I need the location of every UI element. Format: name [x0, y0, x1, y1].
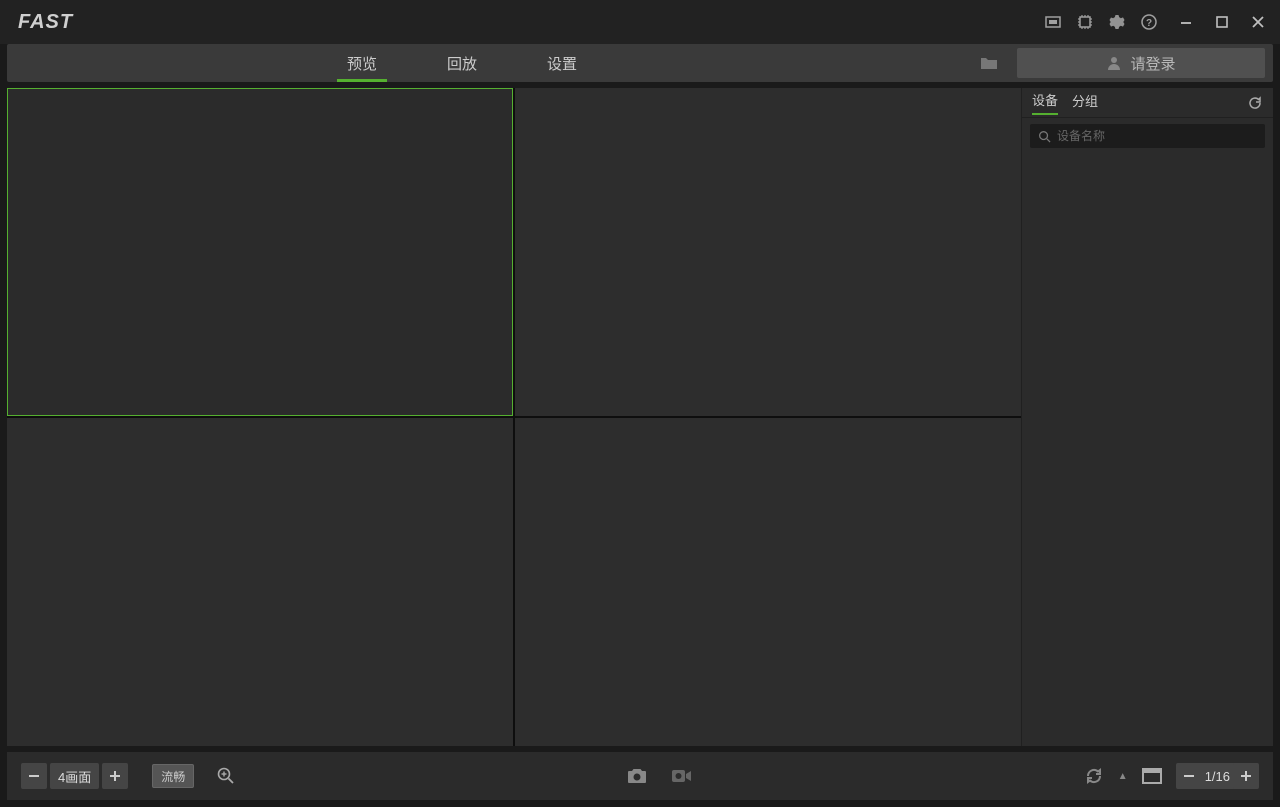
cycle-icon[interactable] — [1084, 766, 1104, 786]
gear-icon[interactable] — [1108, 13, 1126, 31]
device-list — [1022, 154, 1273, 746]
stream-quality-button[interactable]: 流畅 — [152, 764, 194, 788]
sidebar-tab-devices[interactable]: 设备 — [1032, 90, 1058, 115]
login-label: 请登录 — [1130, 53, 1175, 74]
page-next-button[interactable] — [1233, 763, 1259, 789]
layout-increase-button[interactable] — [102, 763, 128, 789]
record-icon[interactable] — [670, 766, 694, 786]
fullscreen-icon[interactable] — [1142, 768, 1162, 784]
titlebar: FAST ? — [0, 0, 1280, 44]
app-logo: FAST — [18, 11, 73, 34]
layout-decrease-button[interactable] — [21, 763, 47, 789]
folder-icon[interactable] — [979, 53, 999, 73]
tab-settings[interactable]: 设置 — [547, 44, 577, 82]
user-icon — [1106, 55, 1122, 71]
login-button[interactable]: 请登录 — [1017, 48, 1265, 78]
recording-icon[interactable] — [1044, 13, 1062, 31]
video-grid — [7, 88, 1021, 746]
device-search[interactable] — [1030, 124, 1265, 148]
svg-text:?: ? — [1146, 18, 1152, 29]
video-tile-1[interactable] — [7, 88, 513, 416]
video-tile-3[interactable] — [7, 418, 513, 746]
bottom-toolbar: 4画面 流畅 ▲ 1/16 — [7, 752, 1273, 800]
snapshot-icon[interactable] — [626, 766, 648, 786]
video-area — [7, 88, 1021, 746]
minimize-button[interactable] — [1178, 14, 1194, 30]
help-icon[interactable]: ? — [1140, 13, 1158, 31]
maximize-button[interactable] — [1214, 14, 1230, 30]
cpu-icon[interactable] — [1076, 13, 1094, 31]
close-button[interactable] — [1250, 14, 1266, 30]
sidebar-tab-groups[interactable]: 分组 — [1072, 91, 1098, 114]
search-icon — [1038, 130, 1051, 143]
chevron-up-icon[interactable]: ▲ — [1118, 771, 1128, 782]
video-tile-2[interactable] — [515, 88, 1021, 416]
main-tabbar: 预览 回放 设置 请登录 — [7, 44, 1273, 82]
video-tile-4[interactable] — [515, 418, 1021, 746]
device-sidebar: 设备 分组 — [1021, 88, 1273, 746]
device-search-input[interactable] — [1057, 129, 1257, 143]
layout-label: 4画面 — [50, 763, 99, 789]
tab-preview[interactable]: 预览 — [347, 44, 377, 82]
zoom-in-icon[interactable] — [216, 766, 236, 786]
refresh-icon[interactable] — [1247, 95, 1263, 111]
main-area: 设备 分组 — [0, 82, 1280, 746]
tab-playback[interactable]: 回放 — [447, 44, 477, 82]
